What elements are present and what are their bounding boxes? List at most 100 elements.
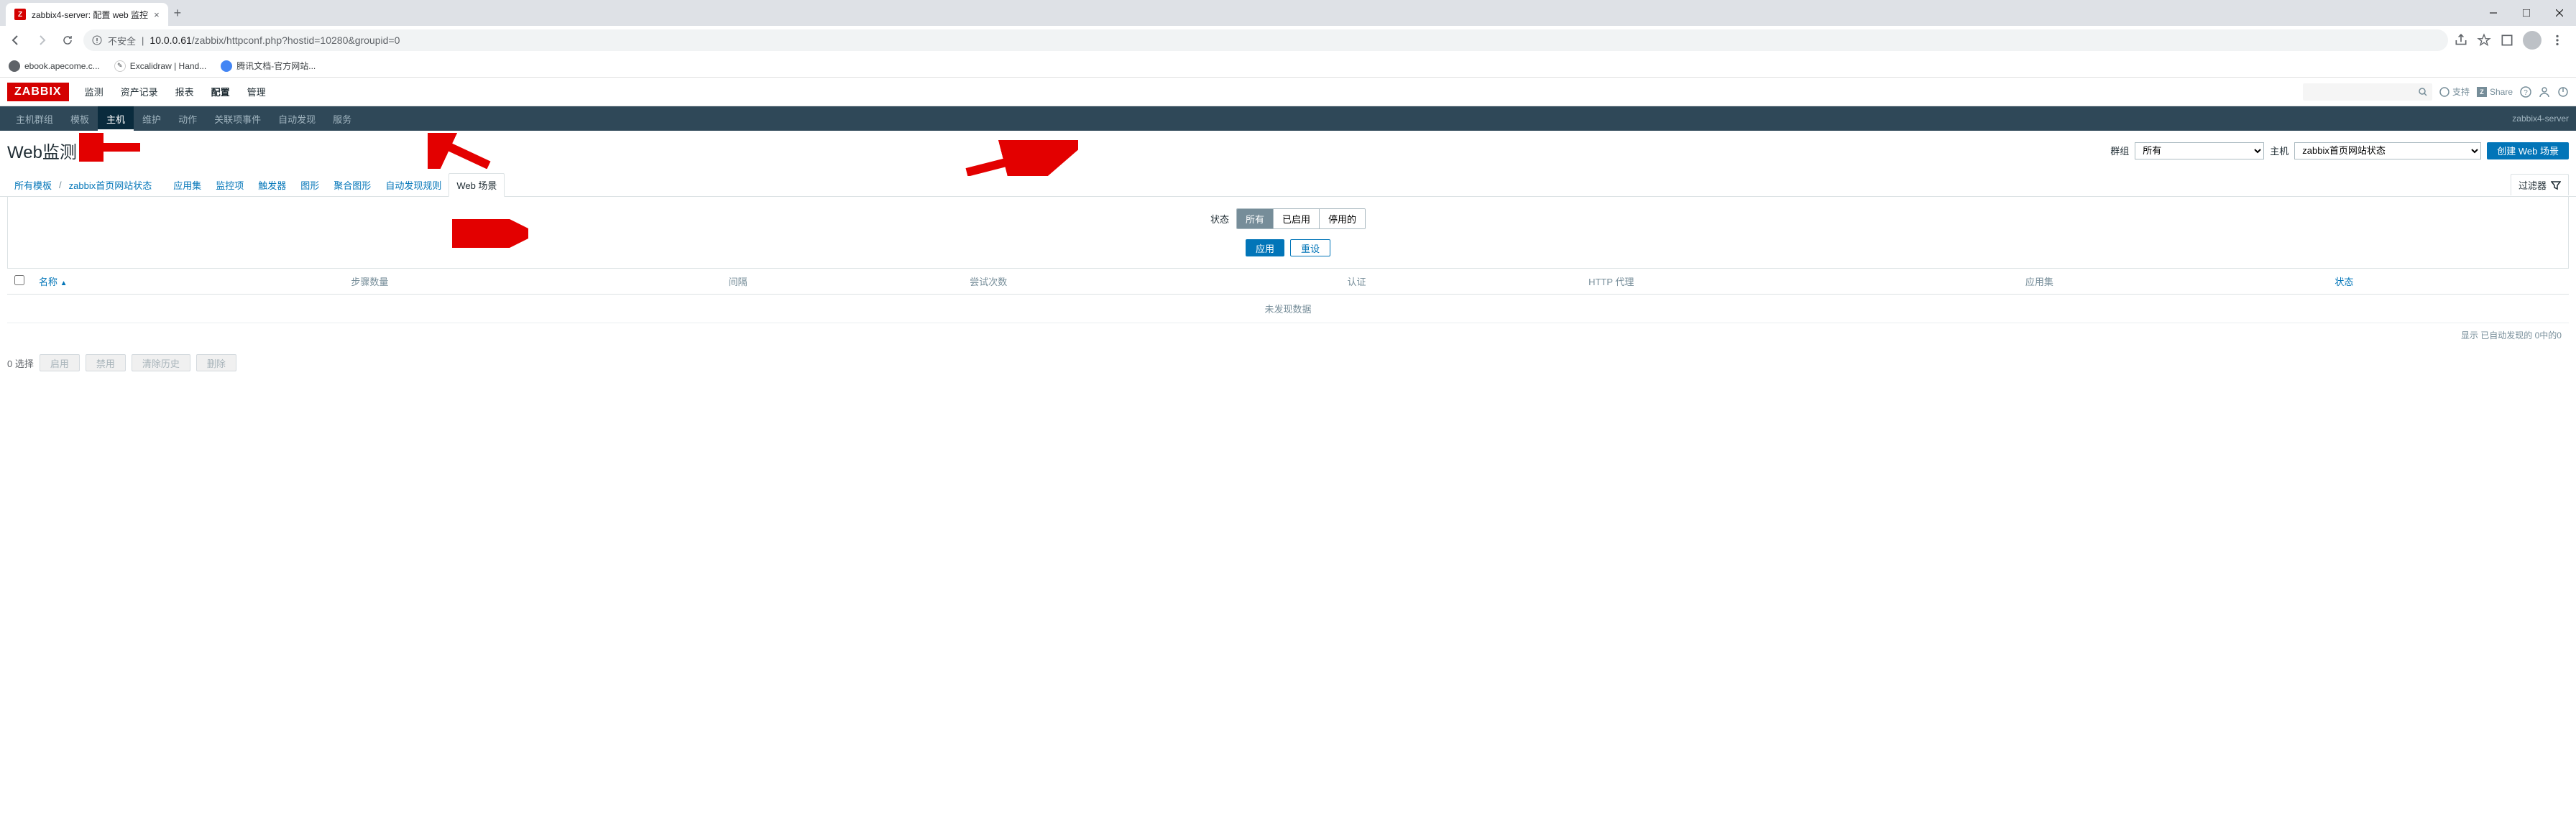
subnav-hostgroups[interactable]: 主机群组 <box>7 106 62 131</box>
insecure-icon <box>92 35 102 45</box>
bookmark-item[interactable]: ebook.apecome.c... <box>9 60 100 72</box>
status-filter-label: 状态 <box>1210 212 1229 226</box>
url-field[interactable]: 不安全 | 10.0.0.61/zabbix/httpconf.php?host… <box>83 29 2448 51</box>
browser-tab[interactable]: Z zabbix4-server: 配置 web 监控 × <box>6 3 168 26</box>
nav-configuration[interactable]: 配置 <box>203 78 239 106</box>
maximize-button[interactable] <box>2510 1 2543 24</box>
host-label: 主机 <box>2270 144 2288 157</box>
search-icon[interactable] <box>2418 87 2428 97</box>
excalidraw-icon: ✎ <box>114 60 126 72</box>
enable-button[interactable]: 启用 <box>40 354 80 371</box>
page-title: Web监测 <box>7 138 77 163</box>
tab-items[interactable]: 监控项 <box>208 174 251 196</box>
group-select[interactable]: 所有 <box>2135 142 2264 159</box>
page-header: Web监测 群组 所有 主机 zabbix首页网站状态 创建 Web 场景 <box>0 131 2576 170</box>
col-attempts: 尝试次数 <box>962 269 1340 295</box>
status-disabled-button[interactable]: 停用的 <box>1320 209 1365 228</box>
disable-button[interactable]: 禁用 <box>86 354 126 371</box>
zabbix-logo[interactable]: ZABBIX <box>7 83 69 101</box>
close-window-button[interactable] <box>2543 1 2576 24</box>
col-status[interactable]: 状态 <box>2327 269 2569 295</box>
menu-icon[interactable] <box>2550 33 2564 47</box>
nav-administration[interactable]: 管理 <box>239 78 275 106</box>
subnav-correlation[interactable]: 关联项事件 <box>206 106 270 131</box>
bookmark-item[interactable]: ✎Excalidraw | Hand... <box>114 60 207 72</box>
reload-button[interactable] <box>58 30 78 50</box>
tab-screens[interactable]: 聚合图形 <box>326 174 378 196</box>
status-button-group: 所有 已启用 停用的 <box>1236 208 1366 229</box>
subnav-maintenance[interactable]: 维护 <box>134 106 170 131</box>
support-link[interactable]: 支持 <box>2439 85 2470 98</box>
close-tab-icon[interactable]: × <box>154 9 160 20</box>
svg-text:?: ? <box>2524 89 2528 97</box>
breadcrumb-all-templates[interactable]: 所有模板 <box>7 174 59 196</box>
select-all-checkbox[interactable] <box>14 275 24 285</box>
bookmark-item[interactable]: 腾讯文档-官方网站... <box>221 60 316 72</box>
server-name-label: zabbix4-server <box>2512 114 2569 124</box>
tab-bar: Z zabbix4-server: 配置 web 监控 × + <box>0 0 2576 26</box>
clear-history-button[interactable]: 清除历史 <box>132 354 190 371</box>
minimize-button[interactable] <box>2477 1 2510 24</box>
subnav-services[interactable]: 服务 <box>324 106 360 131</box>
profile-avatar[interactable] <box>2523 31 2542 50</box>
tab-discovery-rules[interactable]: 自动发现规则 <box>378 174 448 196</box>
tab-web-scenarios[interactable]: Web 场景 <box>448 173 505 197</box>
reset-filter-button[interactable]: 重设 <box>1290 239 1330 256</box>
col-application: 应用集 <box>2018 269 2327 295</box>
bookmarks-bar: ebook.apecome.c... ✎Excalidraw | Hand...… <box>0 55 2576 78</box>
tab-applications[interactable]: 应用集 <box>166 174 208 196</box>
tab-graphs[interactable]: 图形 <box>293 174 326 196</box>
star-icon[interactable] <box>2477 33 2491 47</box>
main-nav: 监测 资产记录 报表 配置 管理 <box>76 78 275 106</box>
breadcrumb-host[interactable]: zabbix首页网站状态 <box>62 174 160 196</box>
status-all-button[interactable]: 所有 <box>1237 209 1274 228</box>
subnav-templates[interactable]: 模板 <box>62 106 98 131</box>
share-link[interactable]: ZShare <box>2477 87 2513 97</box>
nav-inventory[interactable]: 资产记录 <box>112 78 167 106</box>
filter-toggle[interactable]: 过滤器 <box>2511 174 2569 195</box>
col-proxy: HTTP 代理 <box>1581 269 2018 295</box>
user-icon[interactable] <box>2539 86 2550 98</box>
delete-button[interactable]: 删除 <box>196 354 236 371</box>
tab-title: zabbix4-server: 配置 web 监控 <box>32 9 148 21</box>
window-controls <box>2477 1 2576 24</box>
new-tab-button[interactable]: + <box>174 6 182 21</box>
browser-chrome: Z zabbix4-server: 配置 web 监控 × + 不安全 | 10… <box>0 0 2576 78</box>
back-button[interactable] <box>6 30 26 50</box>
share-icon[interactable] <box>2454 33 2468 47</box>
favicon: Z <box>14 9 26 20</box>
globe-icon <box>9 60 20 72</box>
logout-icon[interactable] <box>2557 86 2569 98</box>
col-steps: 步骤数量 <box>344 269 721 295</box>
security-label: 不安全 <box>108 34 136 47</box>
tab-triggers[interactable]: 触发器 <box>251 174 293 196</box>
subnav-hosts[interactable]: 主机 <box>98 106 134 131</box>
create-web-scenario-button[interactable]: 创建 Web 场景 <box>2487 142 2569 159</box>
status-enabled-button[interactable]: 已启用 <box>1274 209 1320 228</box>
forward-button[interactable] <box>32 30 52 50</box>
col-name[interactable]: 名称 ▲ <box>32 269 344 295</box>
support-icon <box>2439 87 2450 97</box>
extensions-icon[interactable] <box>2500 33 2514 47</box>
subnav-discovery[interactable]: 自动发现 <box>270 106 324 131</box>
bulk-action-bar: 0 选择 启用 禁用 清除历史 删除 <box>0 347 2576 379</box>
subnav-actions[interactable]: 动作 <box>170 106 206 131</box>
sub-nav: 主机群组 模板 主机 维护 动作 关联项事件 自动发现 服务 zabbix4-s… <box>0 106 2576 131</box>
address-bar: 不安全 | 10.0.0.61/zabbix/httpconf.php?host… <box>0 26 2576 55</box>
selected-count: 0 选择 <box>7 356 34 370</box>
nav-reports[interactable]: 报表 <box>167 78 203 106</box>
host-select[interactable]: zabbix首页网站状态 <box>2294 142 2481 159</box>
url-text: 10.0.0.61/zabbix/httpconf.php?hostid=102… <box>150 34 400 46</box>
filter-panel: 状态 所有 已启用 停用的 应用 重设 <box>7 197 2569 269</box>
sort-asc-icon: ▲ <box>60 279 68 287</box>
col-auth: 认证 <box>1340 269 1581 295</box>
tencent-icon <box>221 60 232 72</box>
nav-monitoring[interactable]: 监测 <box>76 78 112 106</box>
search-input[interactable] <box>2303 83 2432 101</box>
apply-filter-button[interactable]: 应用 <box>1246 239 1284 256</box>
help-icon[interactable]: ? <box>2520 86 2531 98</box>
group-label: 群组 <box>2110 144 2129 157</box>
filter-icon <box>2551 180 2561 190</box>
table-footer-text: 显示 已自动发现的 0中的0 <box>0 323 2576 347</box>
host-tabs: 所有模板 / zabbix首页网站状态 应用集 监控项 触发器 图形 聚合图形 … <box>0 170 2576 197</box>
